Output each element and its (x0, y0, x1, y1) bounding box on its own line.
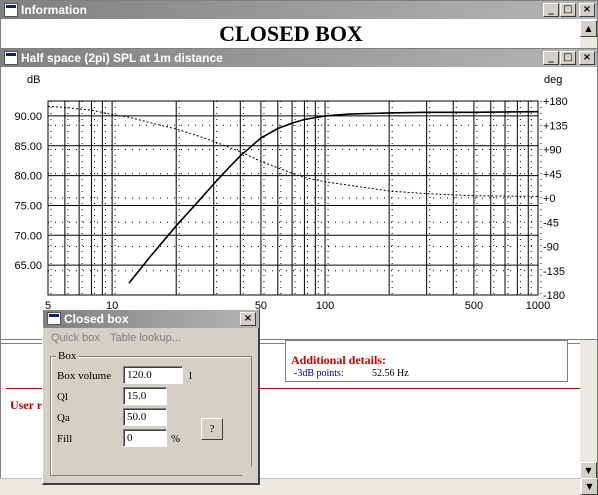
box-volume-unit: l (189, 370, 193, 382)
y2-tick-label: +135 (543, 120, 568, 132)
x-tick-label: 500 (465, 300, 483, 312)
spl-chart: 90.00 85.00 80.00 75.00 70.00 65.00 +180 +135 +9… (14, 74, 568, 312)
y2-tick-label: -45 (543, 217, 559, 229)
detail-key: -3dB points: (294, 368, 344, 379)
y2-tick-label: +0 (543, 193, 556, 205)
ql-input[interactable]: 15.0 (123, 387, 167, 405)
details-box: Additional details: -3dB points: 52.56 H… (285, 340, 568, 382)
qa-label: Qa (57, 412, 70, 424)
chart-title: Half space (2pi) SPL at 1m distance (21, 51, 223, 65)
fill-label: Fill (57, 433, 73, 445)
maximize-button[interactable]: □ (560, 51, 576, 65)
qa-input[interactable]: 50.0 (123, 408, 167, 426)
details-title: Additional details: (291, 353, 387, 367)
fill-input[interactable]: 0 (123, 429, 167, 447)
fill-unit: % (171, 433, 181, 445)
information-titlebar[interactable]: Information _ □ × (1, 1, 597, 19)
x-tick-label: 100 (316, 300, 334, 312)
maximize-button[interactable]: □ (560, 3, 576, 17)
dialog-titlebar[interactable]: Closed box × (43, 310, 259, 328)
window-icon (4, 3, 18, 17)
dialog-title: Closed box (64, 312, 129, 326)
information-title: Information (21, 3, 87, 17)
y-tick-label: 70.00 (14, 230, 42, 242)
ql-label: Ql (57, 391, 68, 403)
page-heading: CLOSED BOX (219, 21, 363, 46)
y-tick-label: 85.00 (14, 141, 42, 153)
y2-tick-label: +45 (543, 169, 562, 181)
y-tick-label: 80.00 (14, 171, 42, 183)
scroll-down-button[interactable]: ▼ (580, 462, 597, 479)
box-group-label: Box (56, 350, 79, 362)
close-button[interactable]: × (579, 3, 595, 17)
y2-tick-label: +180 (543, 96, 568, 108)
box-volume-input[interactable]: 120.0 (123, 366, 183, 384)
tab-table-lookup[interactable]: Table lookup... (110, 332, 181, 344)
dialog-close-button[interactable]: × (240, 312, 256, 326)
y-axis-label: dB (27, 74, 40, 86)
resize-grip-icon[interactable] (242, 467, 257, 482)
help-button[interactable]: ? (201, 418, 223, 440)
y2-tick-label: +90 (543, 145, 562, 157)
scroll-down-button[interactable]: ▼ (581, 478, 598, 495)
y2-axis-label: deg (544, 74, 562, 86)
y-tick-label: 90.00 (14, 111, 42, 123)
y2-tick-label: -90 (543, 242, 559, 254)
window-icon (4, 51, 18, 65)
window-icon (47, 312, 61, 325)
closed-box-dialog: Closed box × Quick box Table lookup... B… (42, 309, 260, 485)
detail-value: 52.56 Hz (372, 368, 409, 379)
user-label: User r (10, 398, 43, 412)
minimize-button[interactable]: _ (543, 51, 559, 65)
y2-tick-label: -135 (543, 266, 565, 278)
chart-window: Half space (2pi) SPL at 1m distance _ □ … (0, 48, 598, 340)
scroll-up-button[interactable]: ▲ (580, 20, 597, 37)
phase-curve (47, 105, 539, 197)
close-button[interactable]: × (579, 51, 595, 65)
box-volume-label: Box volume (57, 370, 112, 382)
minimize-button[interactable]: _ (543, 3, 559, 17)
y-tick-label: 65.00 (14, 260, 42, 272)
x-tick-label: 1000 (526, 300, 550, 312)
chart-titlebar[interactable]: Half space (2pi) SPL at 1m distance _ □ … (1, 49, 597, 67)
y-tick-label: 75.00 (14, 200, 42, 212)
tab-quick-box[interactable]: Quick box (51, 332, 100, 344)
